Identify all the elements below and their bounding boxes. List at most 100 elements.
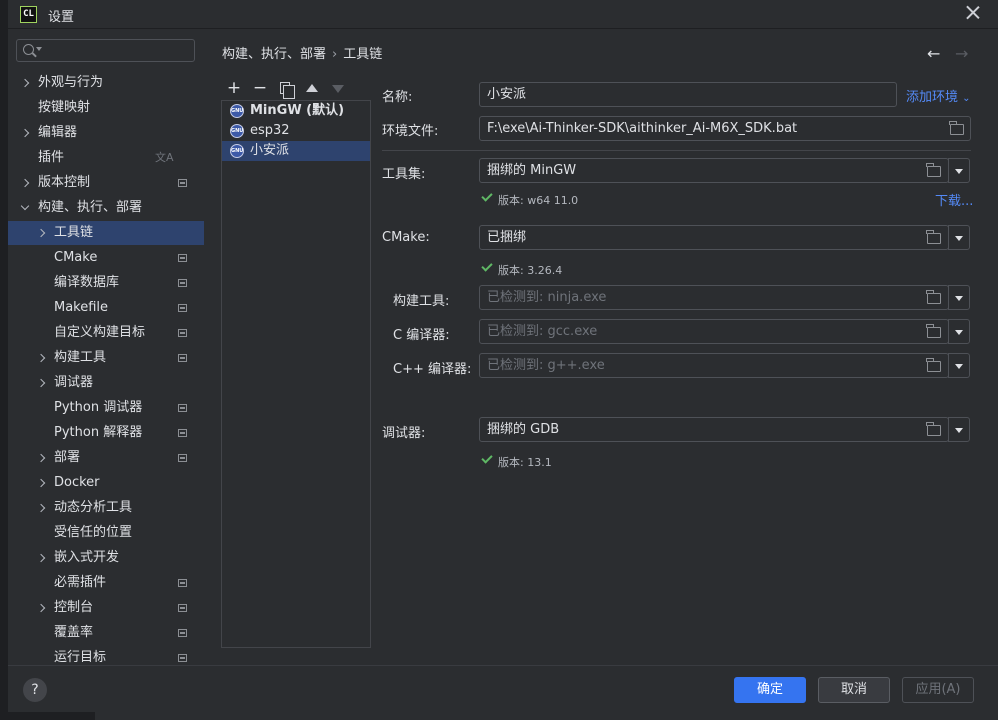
toolchain-item-esp32[interactable]: GNU esp32 — [222, 121, 370, 141]
debugger-version: 版本: 13.1 — [498, 456, 552, 469]
nav-item[interactable]: 构建工具 — [8, 346, 204, 370]
nav-item[interactable]: 控制台 — [8, 596, 204, 620]
divider — [382, 150, 971, 151]
nav-item[interactable]: 嵌入式开发 — [8, 546, 204, 570]
nav-item-label: 构建工具 — [54, 350, 107, 365]
breadcrumb-separator: › — [332, 47, 338, 62]
nav-item-label: 嵌入式开发 — [54, 550, 120, 565]
chevron-right-icon[interactable] — [36, 478, 46, 488]
chevron-right-icon[interactable] — [36, 603, 46, 613]
folder-icon[interactable] — [926, 324, 941, 338]
folder-icon[interactable] — [926, 230, 941, 244]
breadcrumb-parent[interactable]: 构建、执行、部署 — [222, 47, 326, 62]
nav-item[interactable]: 按键映射 — [8, 96, 204, 120]
nav-item[interactable]: 版本控制 — [8, 171, 204, 195]
folder-icon[interactable] — [949, 121, 964, 135]
back-arrow-icon[interactable]: ← — [927, 44, 940, 63]
build-tool-dropdown[interactable] — [948, 285, 970, 310]
nav-item[interactable]: 工具链 — [8, 221, 204, 245]
c-compiler-field[interactable]: 已检测到: gcc.exe — [479, 319, 949, 344]
build-tool-field[interactable]: 已检测到: ninja.exe — [479, 285, 949, 310]
move-up-button[interactable] — [301, 78, 323, 100]
debugger-field[interactable]: 捆绑的 GDB — [479, 417, 949, 442]
add-toolchain-button[interactable]: + — [223, 78, 245, 100]
nav-item[interactable]: 构建、执行、部署 — [8, 196, 204, 220]
nav-item[interactable]: Docker — [8, 471, 204, 495]
download-link[interactable]: 下载... — [935, 190, 973, 209]
toolchain-name: 小安派 — [250, 143, 290, 158]
nav-item[interactable]: 外观与行为 — [8, 71, 204, 95]
project-scope-icon — [178, 304, 187, 312]
background-window-strip — [0, 712, 998, 720]
chevron-right-icon[interactable] — [36, 553, 46, 563]
toolset-dropdown[interactable] — [948, 158, 970, 183]
nav-item-label: 控制台 — [54, 600, 94, 615]
name-field[interactable]: 小安派 — [479, 82, 897, 107]
nav-item-label: 必需插件 — [54, 575, 107, 590]
nav-item[interactable]: 受信任的位置 — [8, 521, 204, 545]
cmake-field[interactable]: 已捆绑 — [479, 225, 949, 250]
nav-item-label: 外观与行为 — [38, 75, 104, 90]
nav-item[interactable]: 动态分析工具 — [8, 496, 204, 520]
nav-item[interactable]: 必需插件 — [8, 571, 204, 595]
chevron-right-icon[interactable] — [36, 228, 46, 238]
project-scope-icon — [178, 454, 187, 462]
chevron-right-icon[interactable] — [20, 128, 30, 138]
move-up-icon — [306, 84, 318, 92]
chevron-down-icon[interactable] — [20, 201, 30, 211]
chevron-right-icon[interactable] — [36, 378, 46, 388]
folder-icon[interactable] — [926, 422, 941, 436]
project-scope-icon — [178, 404, 187, 412]
project-scope-icon — [178, 329, 187, 337]
nav-item[interactable]: Python 解释器 — [8, 421, 204, 445]
project-scope-icon — [178, 179, 187, 187]
debugger-dropdown[interactable] — [948, 417, 970, 442]
chevron-down-icon: ⌄ — [962, 93, 971, 104]
nav-item[interactable]: 运行目标 — [8, 646, 204, 665]
nav-item[interactable]: CMake — [8, 246, 204, 270]
folder-icon[interactable] — [926, 358, 941, 372]
search-input[interactable] — [16, 39, 195, 62]
gnu-icon: GNU — [230, 104, 244, 118]
toolchain-item-xiaoanpai[interactable]: GNU 小安派 — [222, 141, 370, 161]
project-scope-icon — [178, 629, 187, 637]
toolset-field[interactable]: 捆绑的 MinGW — [479, 158, 949, 183]
nav-item[interactable]: 插件 文A — [8, 146, 204, 170]
add-environment-label: 添加环境 — [906, 90, 959, 105]
add-environment-link[interactable]: 添加环境 ⌄ — [906, 86, 971, 105]
move-down-icon — [332, 85, 344, 93]
nav-item-label: 插件 — [38, 150, 65, 165]
nav-item[interactable]: 自定义构建目标 — [8, 321, 204, 345]
nav-item-label: 编辑器 — [38, 125, 78, 140]
nav-item[interactable]: 部署 — [8, 446, 204, 470]
debugger-label: 调试器: — [382, 426, 426, 441]
c-compiler-dropdown[interactable] — [948, 319, 970, 344]
chevron-right-icon[interactable] — [36, 453, 46, 463]
ok-button[interactable]: 确定 — [734, 677, 806, 703]
chevron-right-icon[interactable] — [36, 503, 46, 513]
env-file-field[interactable]: F:\exe\Ai-Thinker-SDK\aithinker_Ai-M6X_S… — [479, 116, 971, 141]
cancel-button[interactable]: 取消 — [818, 677, 890, 703]
nav-item[interactable]: Makefile — [8, 296, 204, 320]
nav-item[interactable]: 编辑器 — [8, 121, 204, 145]
chevron-right-icon[interactable] — [36, 353, 46, 363]
help-button[interactable]: ? — [23, 678, 47, 702]
search-history-icon[interactable] — [36, 47, 42, 51]
chevron-right-icon[interactable] — [20, 78, 30, 88]
nav-item[interactable]: 编译数据库 — [8, 271, 204, 295]
nav-item[interactable]: 调试器 — [8, 371, 204, 395]
folder-icon[interactable] — [926, 290, 941, 304]
cpp-compiler-field[interactable]: 已检测到: g++.exe — [479, 353, 949, 378]
folder-icon[interactable] — [926, 163, 941, 177]
copy-icon — [280, 82, 295, 99]
cpp-compiler-dropdown[interactable] — [948, 353, 970, 378]
copy-toolchain-button[interactable] — [275, 78, 297, 100]
toolset-label: 工具集: — [382, 167, 426, 182]
chevron-right-icon[interactable] — [20, 178, 30, 188]
nav-item[interactable]: Python 调试器 — [8, 396, 204, 420]
toolchain-item-mingw[interactable]: GNU MinGW (默认) — [222, 101, 370, 121]
close-icon[interactable] — [966, 5, 980, 19]
remove-toolchain-button[interactable]: − — [249, 78, 271, 100]
nav-item[interactable]: 覆盖率 — [8, 621, 204, 645]
cmake-dropdown[interactable] — [948, 225, 970, 250]
